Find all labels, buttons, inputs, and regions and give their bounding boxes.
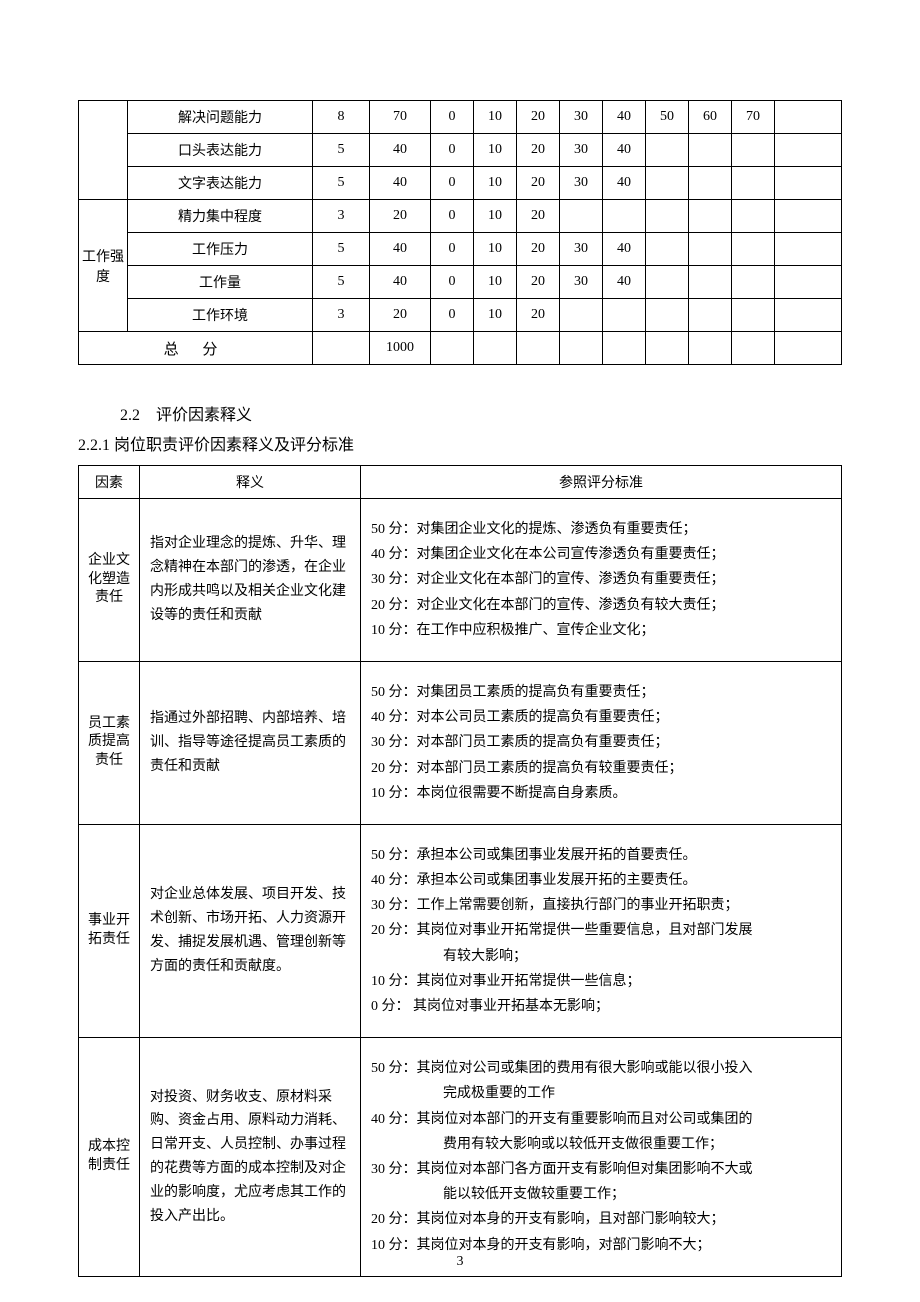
total-value: 1000 <box>370 332 431 365</box>
ability-name: 解决问题能力 <box>128 101 313 134</box>
table-row: 工作压力 5 40 0 10 20 30 40 <box>79 233 842 266</box>
factor-name: 企业文化塑造责任 <box>79 499 140 662</box>
table-row: 工作环境 3 20 0 10 20 <box>79 299 842 332</box>
table-row: 口头表达能力 5 40 0 10 20 30 40 <box>79 134 842 167</box>
subsection-heading: 2.2.1 岗位职责评价因素释义及评分标准 <box>78 431 842 455</box>
col-header-definition: 释义 <box>140 466 361 499</box>
document-page: 解决问题能力 8 70 0 10 20 30 40 50 60 70 口头表达能… <box>0 0 920 1302</box>
table-row: 文字表达能力 5 40 0 10 20 30 40 <box>79 167 842 200</box>
table-row: 事业开拓责任 对企业总体发展、项目开发、技术创新、市场开拓、人力资源开发、捕捉发… <box>79 824 842 1037</box>
factor-standard: 50 分：对集团企业文化的提炼、渗透负有重要责任； 40 分：对集团企业文化在本… <box>361 499 842 662</box>
section-heading: 2.2 评价因素释义 <box>120 401 842 425</box>
factor-standard: 50 分：其岗位对公司或集团的费用有很大影响或能以很小投入 完成极重要的工作 4… <box>361 1038 842 1277</box>
factor-standard: 50 分：对集团员工素质的提高负有重要责任； 40 分：对本公司员工素质的提高负… <box>361 661 842 824</box>
factor-desc: 对投资、财务收支、原材料采购、资金占用、原料动力消耗、日常开支、人员控制、办事过… <box>140 1038 361 1277</box>
total-label: 总 分 <box>79 332 313 365</box>
factor-name: 员工素质提高责任 <box>79 661 140 824</box>
table-row: 解决问题能力 8 70 0 10 20 30 40 50 60 70 <box>79 101 842 134</box>
row-group-cell <box>79 101 128 200</box>
table-total-row: 总 分 1000 <box>79 332 842 365</box>
factor-standard: 50 分：承担本公司或集团事业发展开拓的首要责任。 40 分：承担本公司或集团事… <box>361 824 842 1037</box>
score-table: 解决问题能力 8 70 0 10 20 30 40 50 60 70 口头表达能… <box>78 100 842 365</box>
factor-name: 事业开拓责任 <box>79 824 140 1037</box>
table-row: 工作强度 精力集中程度 3 20 0 10 20 <box>79 200 842 233</box>
page-number: 3 <box>0 1254 920 1270</box>
factor-desc: 指通过外部招聘、内部培养、培训、指导等途径提高员工素质的责任和贡献 <box>140 661 361 824</box>
table-row: 员工素质提高责任 指通过外部招聘、内部培养、培训、指导等途径提高员工素质的责任和… <box>79 661 842 824</box>
definition-table: 因素 释义 参照评分标准 企业文化塑造责任 指对企业理念的提炼、升华、理念精神在… <box>78 465 842 1277</box>
table-row: 成本控制责任 对投资、财务收支、原材料采购、资金占用、原料动力消耗、日常开支、人… <box>79 1038 842 1277</box>
table-row: 企业文化塑造责任 指对企业理念的提炼、升华、理念精神在本部门的渗透，在企业内形成… <box>79 499 842 662</box>
col-header-factor: 因素 <box>79 466 140 499</box>
col-header-standard: 参照评分标准 <box>361 466 842 499</box>
factor-desc: 对企业总体发展、项目开发、技术创新、市场开拓、人力资源开发、捕捉发展机遇、管理创… <box>140 824 361 1037</box>
table-row: 工作量 5 40 0 10 20 30 40 <box>79 266 842 299</box>
factor-name: 成本控制责任 <box>79 1038 140 1277</box>
factor-desc: 指对企业理念的提炼、升华、理念精神在本部门的渗透，在企业内形成共鸣以及相关企业文… <box>140 499 361 662</box>
table-header-row: 因素 释义 参照评分标准 <box>79 466 842 499</box>
row-group-label: 工作强度 <box>79 200 128 332</box>
